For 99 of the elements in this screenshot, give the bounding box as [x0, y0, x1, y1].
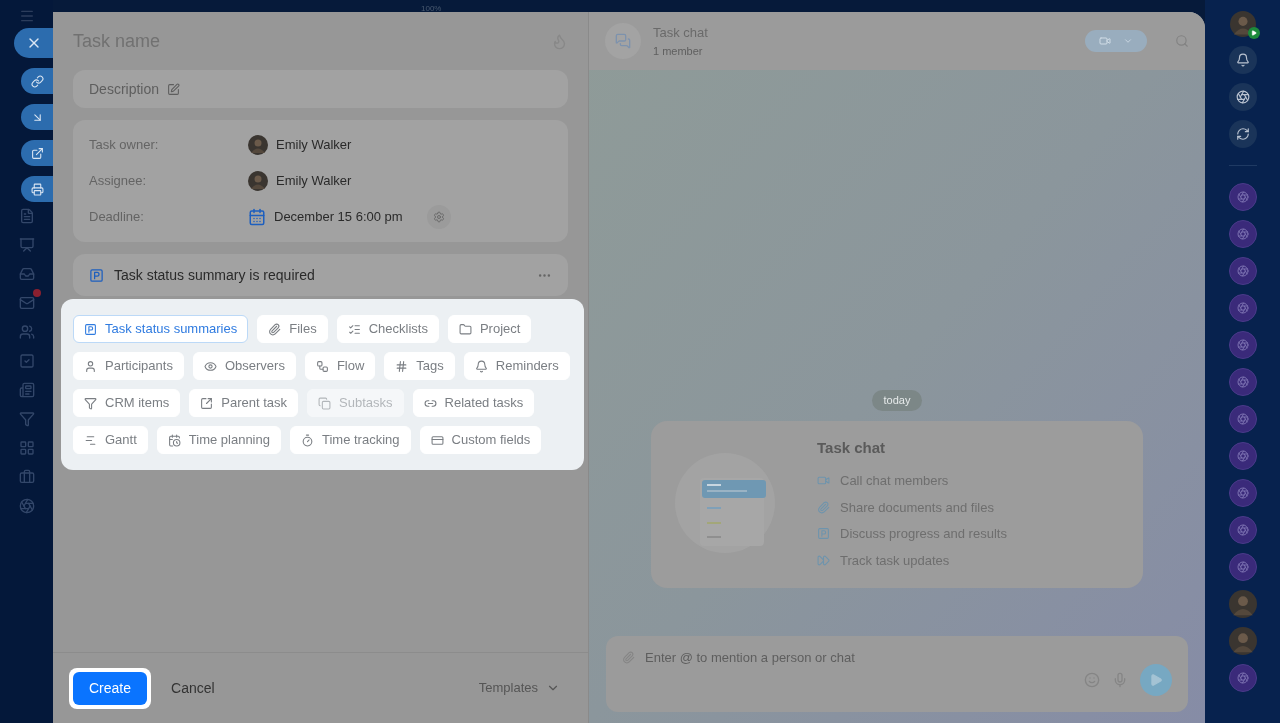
link-icon: [30, 74, 44, 88]
nav-icon[interactable]: [18, 382, 35, 398]
channel-icon[interactable]: [1228, 516, 1257, 544]
feature-chip[interactable]: Task status summaries: [73, 315, 249, 343]
nav-icon[interactable]: [18, 440, 35, 456]
feature-chip[interactable]: Observers: [192, 352, 296, 380]
channel-icon[interactable]: [1228, 664, 1257, 692]
create-button[interactable]: Create: [73, 671, 148, 705]
member-count: 1 member: [653, 43, 704, 59]
cancel-button[interactable]: Cancel: [171, 677, 215, 699]
video-icon: [1099, 35, 1111, 47]
nav-icon[interactable]: [18, 324, 35, 340]
zoom-level: 100%: [421, 3, 442, 15]
avatar: [1229, 11, 1256, 37]
feature-chip[interactable]: Checklists: [336, 315, 439, 343]
field-value[interactable]: December 15 6:00 pm: [274, 207, 403, 227]
channel-icon[interactable]: [1228, 405, 1257, 433]
avatar: [1228, 627, 1257, 655]
feature-icon: [817, 553, 830, 567]
field-label: Deadline:: [89, 208, 145, 227]
field-label: Assignee:: [89, 172, 148, 191]
field-value[interactable]: Emily Walker: [276, 171, 352, 191]
toolbar-icon[interactable]: [1228, 83, 1257, 111]
feature-chip[interactable]: Files: [257, 315, 328, 343]
summary-notice: Task status summary is required: [114, 265, 316, 285]
channel-icon[interactable]: [1228, 442, 1257, 470]
chip-icon: [430, 433, 444, 447]
nav-icon[interactable]: [18, 266, 35, 282]
channel-icon[interactable]: [1228, 331, 1257, 359]
avatar: [248, 135, 268, 155]
chip-icon: [347, 322, 361, 336]
feature-chip[interactable]: Participants: [73, 352, 184, 380]
chip-icon: [315, 359, 329, 373]
channel-icon[interactable]: [1228, 183, 1257, 211]
channel-icon[interactable]: [1228, 553, 1257, 581]
nav-icon[interactable]: [18, 208, 35, 224]
feature-chip[interactable]: Custom fields: [419, 426, 542, 454]
chip-icon: [84, 359, 97, 373]
templates-button[interactable]: Templates: [478, 678, 560, 698]
feature-chip[interactable]: Gantt: [73, 426, 148, 454]
feature-chip[interactable]: Reminders: [463, 352, 570, 380]
avatar: [248, 171, 268, 191]
nav-icon[interactable]: [18, 353, 35, 369]
nav-icon[interactable]: [18, 295, 35, 311]
field-label: Task owner:: [89, 136, 160, 155]
summary-icon: [89, 267, 104, 283]
side-action-button[interactable]: [21, 68, 53, 94]
chip-icon: [318, 396, 332, 410]
toolbar-icon[interactable]: [1228, 46, 1257, 74]
feature-chip[interactable]: Time planning: [156, 426, 281, 454]
edit-icon: [167, 82, 181, 96]
field-value[interactable]: Emily Walker: [276, 135, 352, 155]
avatar: [1228, 590, 1257, 618]
nav-icon[interactable]: [18, 411, 35, 427]
channel-icon[interactable]: [1228, 479, 1257, 507]
menu-icon[interactable]: [18, 8, 35, 24]
feature-icon: [817, 527, 830, 541]
intro-title: Task chat: [817, 437, 887, 458]
chip-icon: [395, 359, 409, 373]
calendar-icon: [248, 208, 266, 226]
video-call-button[interactable]: [1085, 30, 1147, 52]
printer-icon: [30, 182, 44, 196]
feature-chip[interactable]: CRM items: [73, 389, 181, 417]
chat-icon: [605, 23, 641, 59]
send-icon: [1149, 672, 1163, 687]
close-button[interactable]: [14, 28, 53, 58]
feature-chip[interactable]: Flow: [304, 352, 376, 380]
chip-icon: [84, 396, 97, 410]
feature-chip[interactable]: Tags: [384, 352, 455, 380]
feature-chip[interactable]: Project: [447, 315, 532, 343]
toolbar-icon[interactable]: [1228, 120, 1257, 148]
chip-icon: [84, 433, 97, 447]
feature-icon: [817, 500, 830, 514]
channel-icon[interactable]: [1228, 257, 1257, 285]
feature-chip[interactable]: Time tracking: [290, 426, 411, 454]
settings-icon[interactable]: [426, 205, 451, 229]
chip-icon: [84, 322, 97, 336]
chip-icon: [200, 396, 214, 410]
feature-chip[interactable]: Related tasks: [412, 389, 535, 417]
nav-icon[interactable]: [18, 498, 35, 514]
chevron-down-icon: [1123, 36, 1133, 46]
input-placeholder: Enter @ to mention a person or chat: [645, 649, 855, 667]
nav-icon[interactable]: [18, 469, 35, 485]
channel-icon[interactable]: [1228, 368, 1257, 396]
chip-icon: [268, 322, 282, 336]
feature-chip[interactable]: Parent task: [189, 389, 299, 417]
channel-icon[interactable]: [1228, 294, 1257, 322]
side-action-button[interactable]: [21, 140, 53, 166]
channel-icon[interactable]: [1228, 220, 1257, 248]
chip-icon: [458, 322, 472, 336]
chip-icon: [301, 433, 314, 447]
chip-icon: [474, 359, 488, 373]
chip-icon: [203, 359, 217, 373]
nav-icon[interactable]: [18, 237, 35, 253]
description-field[interactable]: Description: [73, 70, 568, 108]
external-link-icon: [30, 146, 44, 160]
chip-icon: [167, 433, 181, 447]
side-action-button[interactable]: [21, 104, 53, 130]
side-action-button[interactable]: [21, 176, 53, 202]
